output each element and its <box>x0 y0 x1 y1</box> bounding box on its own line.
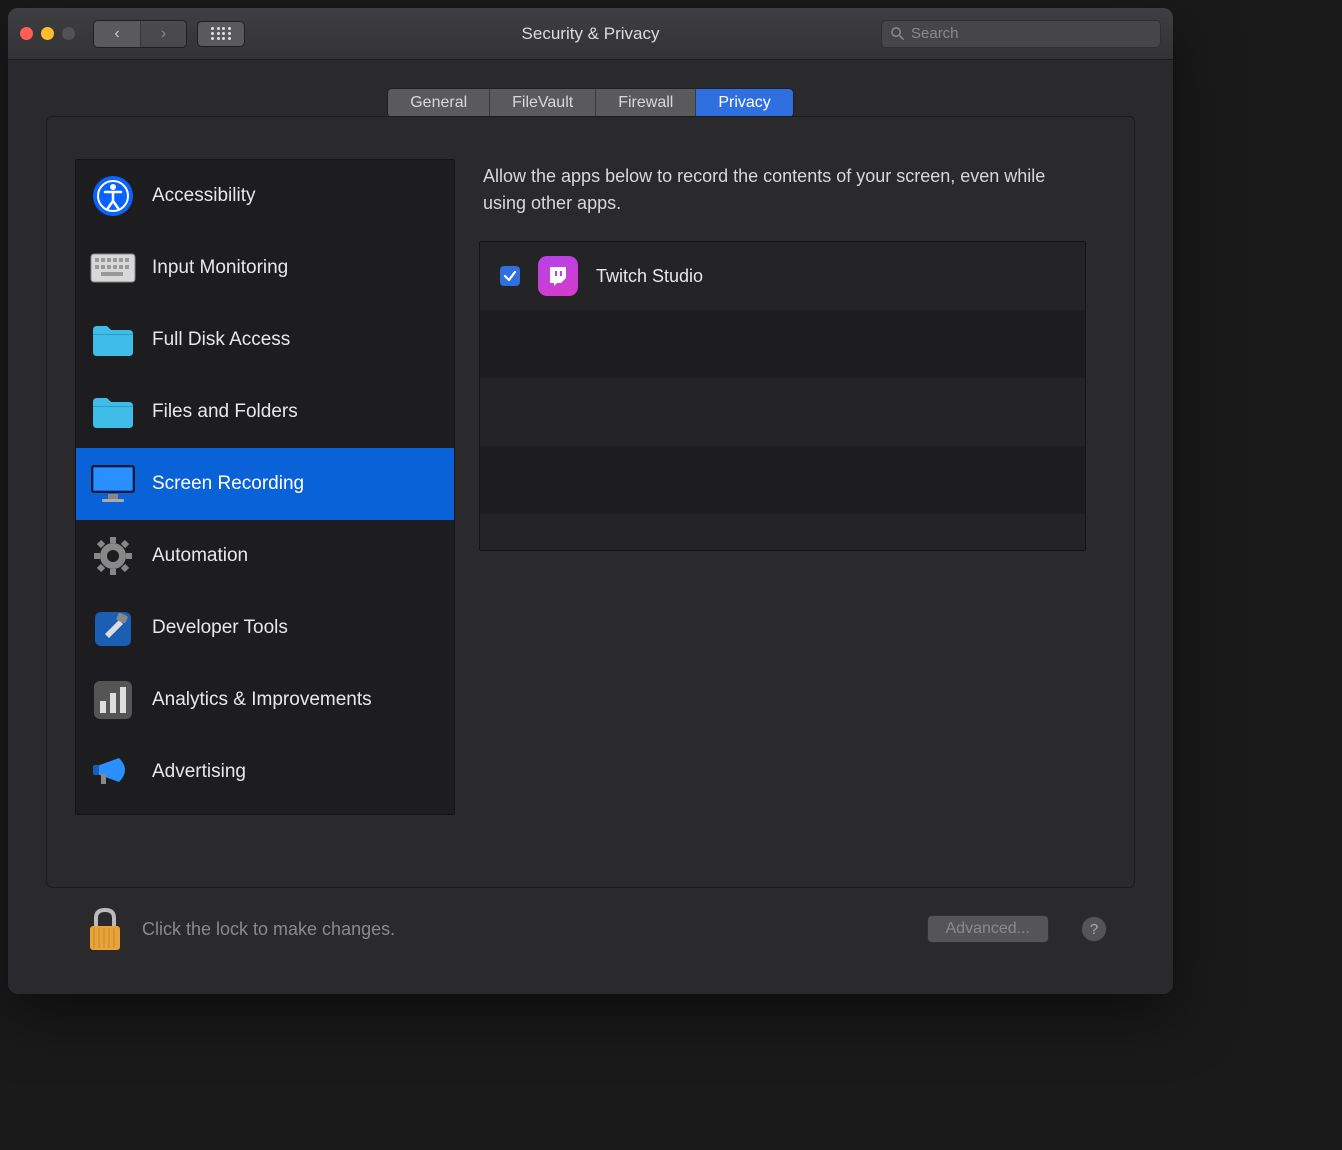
keyboard-icon <box>90 245 136 291</box>
tabs: General FileVault Firewall Privacy <box>46 88 1135 118</box>
help-button[interactable]: ? <box>1081 916 1107 942</box>
megaphone-icon <box>90 749 136 795</box>
folder-icon <box>90 317 136 363</box>
app-name: Twitch Studio <box>596 266 703 287</box>
detail-description: Allow the apps below to record the conte… <box>479 159 1086 241</box>
accessibility-icon <box>90 173 136 219</box>
lock-text: Click the lock to make changes. <box>142 919 909 940</box>
traffic-lights <box>20 27 75 40</box>
app-list: Twitch Studio <box>479 241 1086 551</box>
sidebar-item-label: Accessibility <box>152 185 255 207</box>
advanced-button[interactable]: Advanced... <box>927 915 1050 943</box>
back-button[interactable]: ‹ <box>94 21 140 47</box>
sidebar-item-label: Input Monitoring <box>152 257 288 279</box>
app-row-empty <box>480 310 1085 378</box>
tab-firewall[interactable]: Firewall <box>595 89 695 117</box>
tab-filevault[interactable]: FileVault <box>489 89 595 117</box>
hammer-icon <box>90 605 136 651</box>
sidebar-item-label: Developer Tools <box>152 617 288 639</box>
check-icon <box>503 269 517 283</box>
sidebar-item-analytics[interactable]: Analytics & Improvements <box>76 664 454 736</box>
chevron-left-icon: ‹ <box>114 25 119 43</box>
app-row-empty <box>480 446 1085 514</box>
zoom-button <box>62 27 75 40</box>
grid-icon <box>211 27 231 41</box>
titlebar: ‹ › Security & Privacy <box>8 8 1173 60</box>
forward-button: › <box>140 21 186 47</box>
preferences-window: ‹ › Security & Privacy General FileVault… <box>8 8 1173 994</box>
search-input[interactable] <box>911 25 1152 42</box>
app-row-empty <box>480 514 1085 551</box>
sidebar-item-accessibility[interactable]: Accessibility <box>76 160 454 232</box>
show-all-button[interactable] <box>197 21 245 47</box>
sidebar-item-label: Screen Recording <box>152 473 304 495</box>
sidebar-item-label: Full Disk Access <box>152 329 290 351</box>
sidebar-item-label: Analytics & Improvements <box>152 689 372 711</box>
sidebar-item-developer-tools[interactable]: Developer Tools <box>76 592 454 664</box>
footer: Click the lock to make changes. Advanced… <box>46 888 1135 970</box>
search-icon <box>890 26 905 41</box>
folder-icon <box>90 389 136 435</box>
app-row-empty <box>480 378 1085 446</box>
sidebar-item-label: Automation <box>152 545 248 567</box>
detail-pane: Allow the apps below to record the conte… <box>479 159 1086 859</box>
sidebar-item-automation[interactable]: Automation <box>76 520 454 592</box>
sidebar-item-screen-recording[interactable]: Screen Recording <box>76 448 454 520</box>
nav-buttons: ‹ › <box>93 20 187 48</box>
tab-privacy[interactable]: Privacy <box>695 89 792 117</box>
twitch-studio-icon <box>538 256 578 296</box>
sidebar-item-files-and-folders[interactable]: Files and Folders <box>76 376 454 448</box>
app-checkbox[interactable] <box>500 266 520 286</box>
app-row-twitch-studio[interactable]: Twitch Studio <box>480 242 1085 310</box>
sidebar-item-label: Files and Folders <box>152 401 298 423</box>
lock-icon[interactable] <box>86 906 124 952</box>
chart-icon <box>90 677 136 723</box>
gear-icon <box>90 533 136 579</box>
tab-general[interactable]: General <box>388 89 489 117</box>
minimize-button[interactable] <box>41 27 54 40</box>
body: General FileVault Firewall Privacy Acces… <box>8 60 1173 994</box>
content-box: Accessibility Input Monitoring Full Disk… <box>46 116 1135 888</box>
chevron-right-icon: › <box>161 25 166 43</box>
sidebar-item-full-disk-access[interactable]: Full Disk Access <box>76 304 454 376</box>
privacy-sidebar: Accessibility Input Monitoring Full Disk… <box>75 159 455 815</box>
display-icon <box>90 461 136 507</box>
sidebar-item-advertising[interactable]: Advertising <box>76 736 454 808</box>
search-field[interactable] <box>881 20 1161 48</box>
close-button[interactable] <box>20 27 33 40</box>
sidebar-item-input-monitoring[interactable]: Input Monitoring <box>76 232 454 304</box>
sidebar-item-label: Advertising <box>152 761 246 783</box>
